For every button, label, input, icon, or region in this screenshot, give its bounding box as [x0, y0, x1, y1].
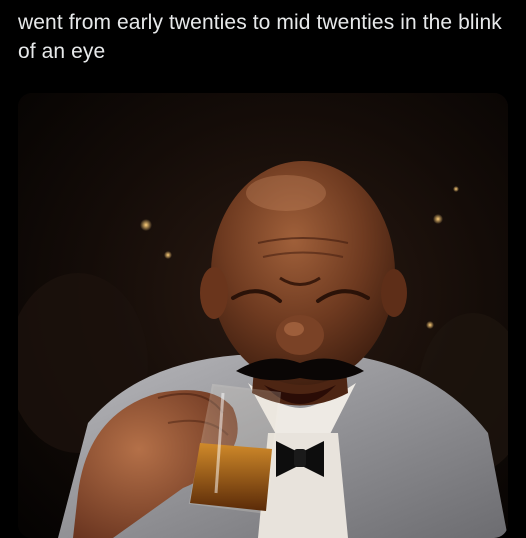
tweet-caption: went from early twenties to mid twenties… — [18, 11, 502, 63]
scalp-highlight — [246, 175, 326, 211]
bokeh-light — [426, 321, 434, 329]
left-ear — [200, 267, 228, 319]
nose-highlight — [284, 322, 304, 336]
nose — [276, 315, 324, 355]
whiskey — [190, 443, 272, 511]
bokeh-light — [453, 186, 459, 192]
bokeh-light — [433, 214, 443, 224]
meme-photo[interactable] — [18, 93, 508, 538]
right-ear — [381, 269, 407, 317]
tweet-post: went from early twenties to mid twenties… — [0, 0, 526, 538]
bokeh-light — [164, 251, 172, 259]
bokeh-light — [140, 219, 152, 231]
bow-tie-knot — [294, 449, 306, 467]
